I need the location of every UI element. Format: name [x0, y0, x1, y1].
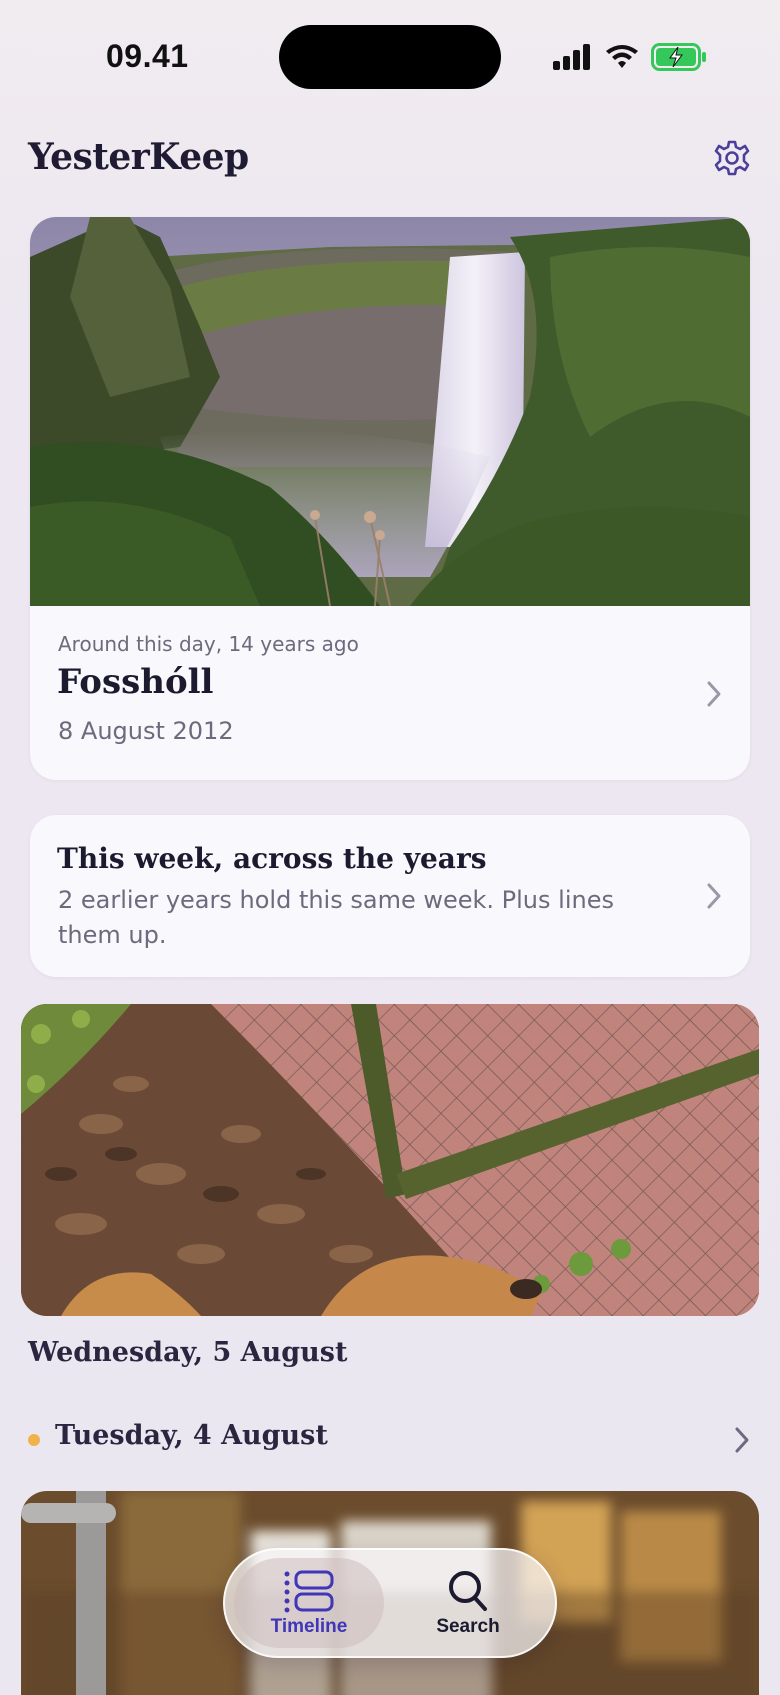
- status-time: 09.41: [106, 38, 189, 74]
- status-bar: 09.41: [0, 0, 780, 115]
- tab-bar: Timeline Search: [223, 1548, 557, 1658]
- tab-search[interactable]: Search: [393, 1558, 543, 1648]
- memory-eyebrow: Around this day, 14 years ago: [58, 632, 359, 656]
- timeline-icon: [284, 1570, 334, 1613]
- tab-timeline[interactable]: Timeline: [234, 1558, 384, 1648]
- tab-timeline-label: Timeline: [270, 1616, 348, 1637]
- app-title: YesterKeep: [28, 136, 249, 178]
- week-card-title: This week, across the years: [57, 842, 487, 875]
- chevron-right-icon: [735, 1427, 749, 1453]
- search-icon: [449, 1571, 487, 1611]
- memory-card[interactable]: Around this day, 14 years ago Fosshóll 8…: [30, 217, 750, 780]
- memory-date: 8 August 2012: [58, 717, 234, 745]
- memory-place: Fosshóll: [57, 662, 214, 702]
- battery-charging-icon: [651, 43, 706, 71]
- chevron-right-icon: [707, 681, 721, 707]
- day-photo[interactable]: [21, 1004, 759, 1316]
- cellular-signal-icon: [553, 44, 590, 70]
- day-heading: Wednesday, 5 August: [28, 1337, 348, 1368]
- chevron-right-icon: [707, 883, 721, 909]
- week-card-description: 2 earlier years hold this same week. Plu…: [58, 886, 614, 949]
- memory-photo: [30, 217, 750, 606]
- status-icons: [553, 42, 707, 72]
- wifi-icon: [606, 45, 638, 68]
- day-row-label: Tuesday, 4 August: [55, 1420, 328, 1451]
- day-row[interactable]: Tuesday, 4 August: [28, 1420, 752, 1460]
- app-header: YesterKeep: [28, 130, 752, 190]
- gear-icon[interactable]: [712, 138, 752, 178]
- tab-search-label: Search: [436, 1616, 500, 1637]
- memory-details: Around this day, 14 years ago Fosshóll 8…: [30, 606, 750, 780]
- week-across-years-card[interactable]: This week, across the years 2 earlier ye…: [30, 815, 750, 977]
- highlight-dot: [28, 1434, 40, 1446]
- dynamic-island: [279, 25, 501, 89]
